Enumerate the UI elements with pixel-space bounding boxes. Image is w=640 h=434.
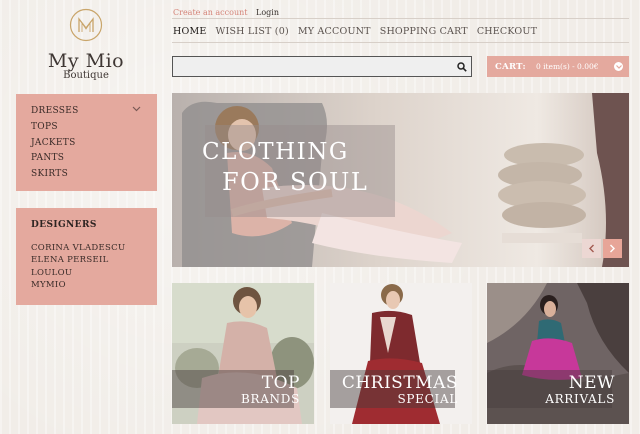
create-account-link[interactable]: Create an account (173, 8, 247, 17)
brand-logo[interactable]: My Mio Boutique (16, 8, 156, 81)
designer-link[interactable]: MYMIO (31, 279, 157, 291)
carousel-controls (582, 239, 622, 258)
cart-widget[interactable]: CART: 0 item(s) - 0.00€ (487, 56, 629, 77)
promo-tile-new-arrivals[interactable]: NEW ARRIVALS (487, 283, 629, 424)
main-nav: HOME WISH LIST (0) MY ACCOUNT SHOPPING C… (173, 26, 537, 37)
chevron-left-icon[interactable] (582, 239, 601, 258)
designers-title: DESIGNERS (31, 220, 97, 230)
promo-subheadline: BRANDS (240, 392, 300, 406)
promo-headline: CHRISTMAS (341, 373, 458, 393)
chevron-down-icon[interactable] (132, 106, 141, 112)
promo-headline: TOP (261, 373, 300, 393)
divider (172, 18, 629, 19)
promo-headline: NEW (568, 373, 615, 393)
promo-subheadline: SPECIAL (397, 392, 458, 406)
category-jackets[interactable]: JACKETS (31, 136, 157, 152)
promo-caption: TOP BRANDS (240, 373, 300, 407)
nav-my-account[interactable]: MY ACCOUNT (298, 26, 371, 37)
nav-checkout[interactable]: CHECKOUT (477, 26, 537, 37)
nav-shopping-cart[interactable]: SHOPPING CART (380, 26, 468, 37)
promo-tile-christmas-special[interactable]: CHRISTMAS SPECIAL (330, 283, 472, 424)
category-pants[interactable]: PANTS (31, 151, 157, 167)
nav-wish-list[interactable]: WISH LIST (0) (216, 26, 289, 37)
search-icon[interactable] (453, 58, 471, 76)
designer-link[interactable]: CORINA VLADESCU (31, 242, 157, 254)
promo-caption: NEW ARRIVALS (545, 373, 615, 407)
category-tops[interactable]: TOPS (31, 120, 157, 136)
chevron-right-icon[interactable] (603, 239, 622, 258)
divider (172, 42, 629, 43)
search-bar (172, 56, 472, 77)
brand-subtitle: Boutique (63, 70, 109, 81)
promo-caption: CHRISTMAS SPECIAL (341, 373, 458, 407)
monogram-icon (69, 8, 103, 42)
brand-name: My Mio (47, 50, 125, 72)
cart-label: CART: (495, 61, 526, 72)
category-skirts[interactable]: SKIRTS (31, 167, 157, 183)
cart-summary: 0 item(s) - 0.00€ (535, 62, 599, 71)
chevron-down-icon[interactable] (614, 62, 623, 71)
promo-subheadline: ARRIVALS (545, 392, 615, 406)
promo-tile-top-brands[interactable]: TOP BRANDS (172, 283, 314, 424)
category-menu: DRESSES TOPS JACKETS PANTS SKIRTS (16, 94, 157, 191)
hero-subheadline: FOR SOUL (222, 168, 369, 196)
designer-link[interactable]: ELENA PERSEIL (31, 254, 157, 266)
search-input[interactable] (173, 57, 453, 76)
hero-banner[interactable]: CLOTHING FOR SOUL (172, 93, 629, 267)
account-links: Create an account Login (173, 8, 285, 17)
designers-box: DESIGNERS CORINA VLADESCU ELENA PERSEIL … (16, 208, 157, 305)
designer-link[interactable]: LOULOU (31, 267, 157, 279)
hero-headline: CLOTHING (202, 139, 349, 165)
nav-home[interactable]: HOME (173, 26, 207, 37)
login-link[interactable]: Login (256, 8, 279, 17)
